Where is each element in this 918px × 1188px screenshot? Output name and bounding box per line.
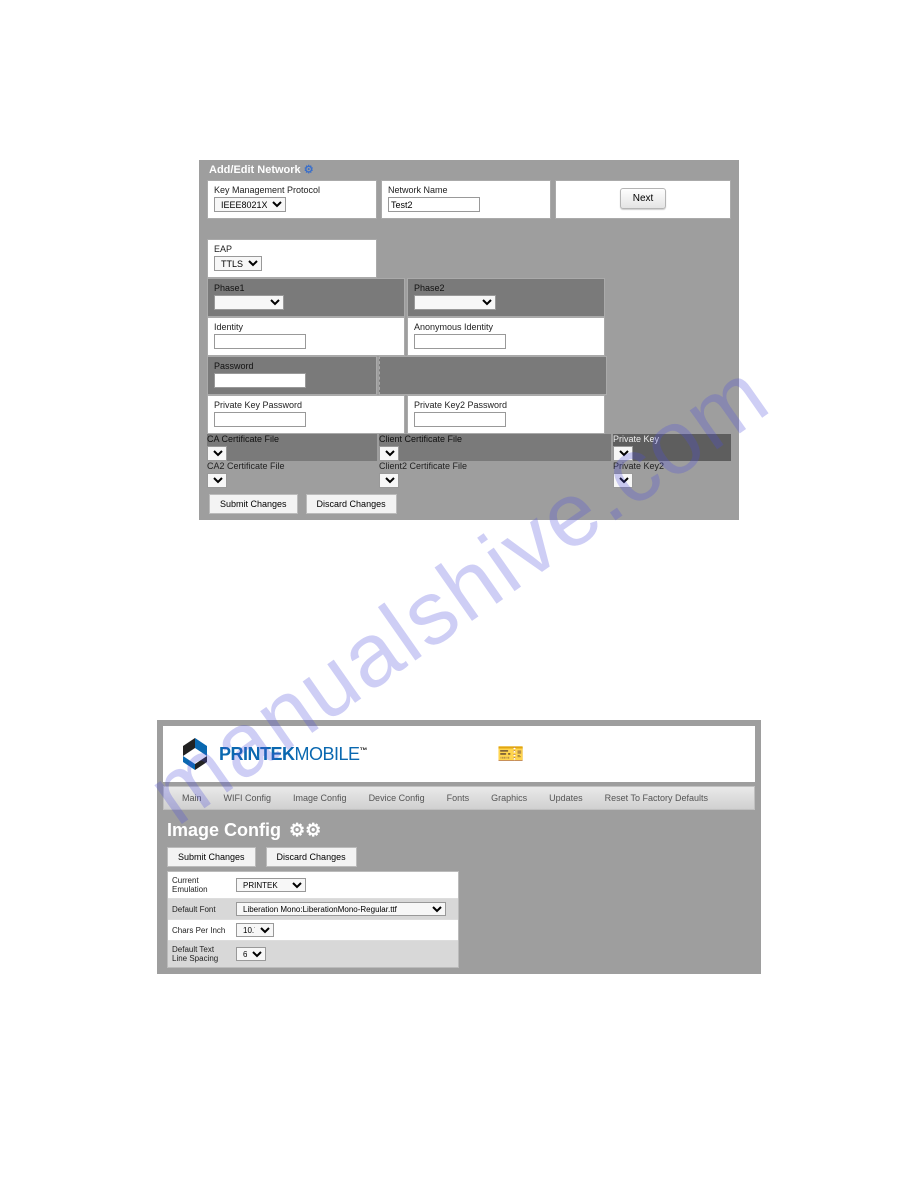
ticket-icon: 🎫 bbox=[497, 741, 524, 767]
next-button[interactable]: Next bbox=[620, 188, 667, 209]
identity-input[interactable] bbox=[214, 334, 306, 349]
password-spacer bbox=[379, 356, 607, 395]
private-key2-select[interactable] bbox=[613, 473, 633, 488]
pk-pw-input[interactable] bbox=[214, 412, 306, 427]
pk-pw-label: Private Key Password bbox=[214, 400, 398, 410]
panel1-title-text: Add/Edit Network bbox=[209, 164, 301, 176]
private-key2-label: Private Key2 bbox=[613, 461, 731, 471]
private-key-label: Private Key bbox=[613, 434, 731, 444]
pk2-pw-label: Private Key2 Password bbox=[414, 400, 598, 410]
submit-button[interactable]: Submit Changes bbox=[209, 494, 298, 514]
key-management-cell: Key Management Protocol IEEE8021X bbox=[207, 180, 377, 219]
discard-button[interactable]: Discard Changes bbox=[306, 494, 397, 514]
password-cell: Password bbox=[207, 356, 377, 395]
private-key-select[interactable] bbox=[613, 446, 633, 461]
row-linespacing: Default Text Line Spacing 6 bbox=[168, 941, 458, 967]
logo: PRINTEKMOBILE™ bbox=[177, 736, 367, 772]
cpi-select[interactable]: 10.7 bbox=[236, 923, 274, 937]
password-label: Password bbox=[214, 361, 370, 371]
client-cert-label: Client Certificate File bbox=[379, 434, 611, 444]
linespacing-select[interactable]: 6 bbox=[236, 947, 266, 961]
identity-label: Identity bbox=[214, 322, 398, 332]
gear-icon: ⚙ bbox=[304, 164, 314, 176]
anon-identity-cell: Anonymous Identity bbox=[407, 317, 605, 356]
config-table: Current Emulation PRINTEK Default Font L… bbox=[167, 871, 459, 968]
phase2-label: Phase2 bbox=[414, 283, 598, 293]
header-bar: PRINTEKMOBILE™ 🎫 bbox=[163, 726, 755, 782]
client2-cert-cell: Client2 Certificate File bbox=[379, 461, 611, 488]
printek-logo-icon bbox=[177, 736, 213, 772]
submit-button-2[interactable]: Submit Changes bbox=[167, 847, 256, 867]
key-management-label: Key Management Protocol bbox=[214, 185, 370, 195]
add-edit-network-panel: Add/Edit Network ⚙ Key Management Protoc… bbox=[199, 160, 739, 520]
nav-fonts[interactable]: Fonts bbox=[447, 793, 470, 803]
font-label: Default Font bbox=[168, 901, 232, 918]
ca2-cert-label: CA2 Certificate File bbox=[207, 461, 377, 471]
identity-cell: Identity bbox=[207, 317, 405, 356]
font-select[interactable]: Liberation Mono:LiberationMono-Regular.t… bbox=[236, 902, 446, 916]
pk2-pw-cell: Private Key2 Password bbox=[407, 395, 605, 434]
phase1-cell: Phase1 bbox=[207, 278, 405, 317]
ca2-cert-select[interactable] bbox=[207, 473, 227, 488]
private-key2-cell: Private Key2 bbox=[613, 461, 731, 488]
pk-pw-cell: Private Key Password bbox=[207, 395, 405, 434]
nav-device[interactable]: Device Config bbox=[369, 793, 425, 803]
network-name-cell: Network Name bbox=[381, 180, 551, 219]
panel1-title: Add/Edit Network ⚙ bbox=[199, 160, 739, 180]
phase1-label: Phase1 bbox=[214, 283, 398, 293]
client2-cert-select[interactable] bbox=[379, 473, 399, 488]
next-cell: Next bbox=[555, 180, 731, 219]
ca2-cert-cell: CA2 Certificate File bbox=[207, 461, 377, 488]
emulation-select[interactable]: PRINTEK bbox=[236, 878, 306, 892]
linespacing-label: Default Text Line Spacing bbox=[168, 941, 232, 967]
pk2-pw-input[interactable] bbox=[414, 412, 506, 427]
image-config-title: Image Config ⚙⚙ bbox=[163, 810, 755, 847]
nav-wifi[interactable]: WIFI Config bbox=[224, 793, 272, 803]
nav-graphics[interactable]: Graphics bbox=[491, 793, 527, 803]
ca-cert-label: CA Certificate File bbox=[207, 434, 377, 444]
image-config-panel: PRINTEKMOBILE™ 🎫 Main WIFI Config Image … bbox=[157, 720, 761, 974]
nav-reset[interactable]: Reset To Factory Defaults bbox=[605, 793, 708, 803]
phase1-select[interactable] bbox=[214, 295, 284, 310]
network-name-input[interactable] bbox=[388, 197, 480, 212]
private-key-cell: Private Key bbox=[613, 434, 731, 461]
eap-cell: EAP TTLS bbox=[207, 239, 377, 278]
nav-image[interactable]: Image Config bbox=[293, 793, 347, 803]
client-cert-select[interactable] bbox=[379, 446, 399, 461]
eap-label: EAP bbox=[214, 244, 370, 254]
row-cpi: Chars Per Inch 10.7 bbox=[168, 920, 458, 941]
phase2-cell: Phase2 bbox=[407, 278, 605, 317]
gears-icon: ⚙⚙ bbox=[289, 820, 321, 841]
nav-bar: Main WIFI Config Image Config Device Con… bbox=[163, 786, 755, 810]
ca-cert-cell: CA Certificate File bbox=[207, 434, 377, 461]
nav-main[interactable]: Main bbox=[182, 793, 202, 803]
anon-identity-label: Anonymous Identity bbox=[414, 322, 598, 332]
nav-updates[interactable]: Updates bbox=[549, 793, 583, 803]
cpi-label: Chars Per Inch bbox=[168, 922, 232, 939]
phase2-select[interactable] bbox=[414, 295, 496, 310]
key-management-select[interactable]: IEEE8021X bbox=[214, 197, 286, 212]
eap-select[interactable]: TTLS bbox=[214, 256, 262, 271]
client-cert-cell: Client Certificate File bbox=[379, 434, 611, 461]
row-emulation: Current Emulation PRINTEK bbox=[168, 872, 458, 899]
logo-text: PRINTEKMOBILE™ bbox=[219, 744, 367, 765]
ca-cert-select[interactable] bbox=[207, 446, 227, 461]
discard-button-2[interactable]: Discard Changes bbox=[266, 847, 357, 867]
anon-identity-input[interactable] bbox=[414, 334, 506, 349]
emulation-label: Current Emulation bbox=[168, 872, 232, 898]
password-input[interactable] bbox=[214, 373, 306, 388]
network-name-label: Network Name bbox=[388, 185, 544, 195]
row-font: Default Font Liberation Mono:LiberationM… bbox=[168, 899, 458, 920]
client2-cert-label: Client2 Certificate File bbox=[379, 461, 611, 471]
